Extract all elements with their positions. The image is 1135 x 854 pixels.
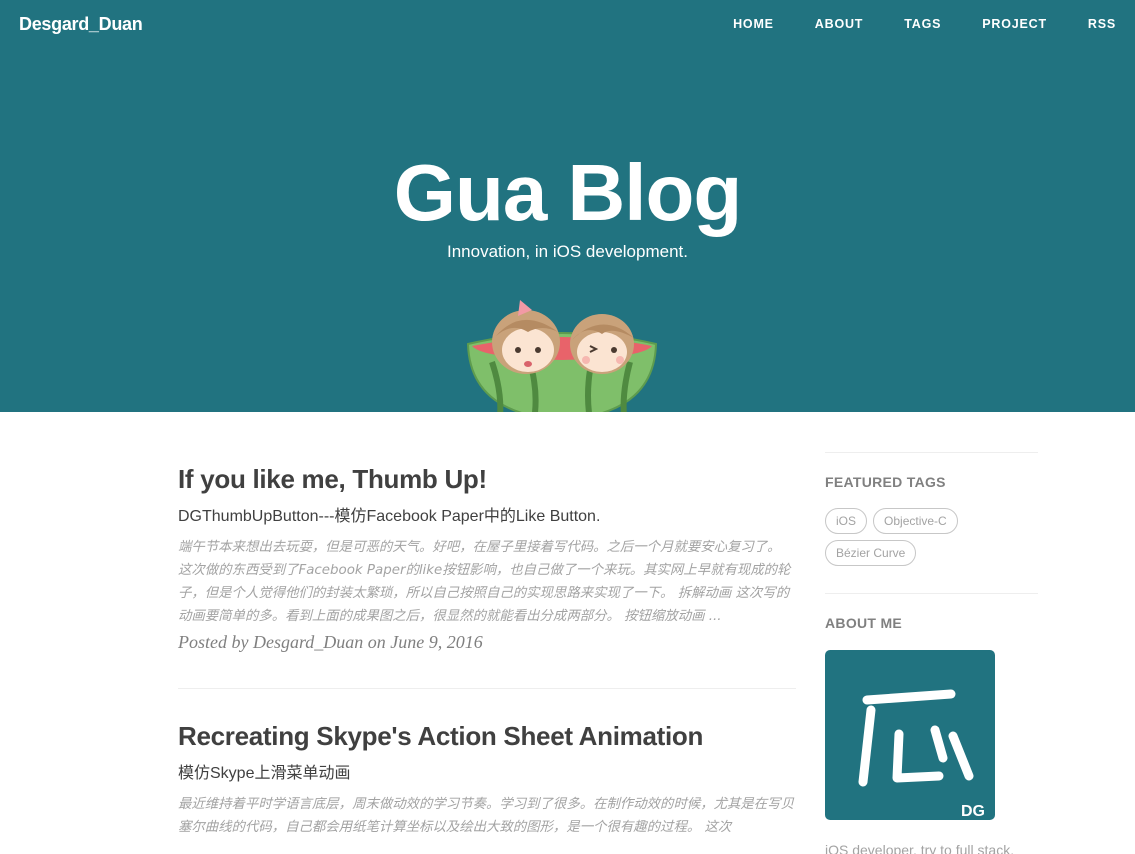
site-subtitle: Innovation, in iOS development. [447,242,688,261]
avatar-badge: DG [961,803,985,820]
site-title: Gua Blog [393,148,743,237]
post-divider [178,688,796,689]
post-title[interactable]: If you like me, Thumb Up! [178,462,796,496]
post-subtitle[interactable]: 模仿Skype上滑菜单动画 [178,763,796,785]
post-subtitle[interactable]: DGThumbUpButton---模仿Facebook Paper中的Like… [178,506,796,528]
sidebar: FEATURED TAGS iOS Objective-C Bézier Cur… [825,452,1038,854]
avatar[interactable]: DG [825,650,995,820]
post-excerpt[interactable]: 端午节本来想出去玩耍，但是可恶的天气。好吧，在屋子里接着写代码。之后一个月就要安… [178,536,796,628]
tag-objective-c[interactable]: Objective-C [873,508,958,534]
tag-bezier-curve[interactable]: Bézier Curve [825,540,917,566]
sidebar-divider [825,452,1038,453]
tag-cloud: iOS Objective-C Bézier Curve [825,508,1038,572]
post-meta: Posted by Desgard_Duan on June 9, 2016 [178,632,483,652]
featured-tags-heading: FEATURED TAGS [825,474,946,490]
post-title[interactable]: Recreating Skype's Action Sheet Animatio… [178,719,796,753]
nav-tags[interactable]: TAGS [904,17,941,31]
nav-about[interactable]: ABOUT [815,17,863,31]
about-me-heading: ABOUT ME [825,615,903,631]
post-preview: Recreating Skype's Action Sheet Animatio… [178,697,796,839]
post-list: If you like me, Thumb Up! DGThumbUpButto… [178,440,796,839]
gua-logo-icon: DG [858,689,985,820]
tag-ios[interactable]: iOS [825,508,868,534]
nav-rss[interactable]: RSS [1088,17,1116,31]
nav-home[interactable]: HOME [733,17,774,31]
post-excerpt[interactable]: 最近维持着平时学语言底层，周末做动效的学习节奏。学习到了很多。在制作动效的时候，… [178,793,796,839]
watermelon-mascot-icon [466,300,658,412]
nav-project[interactable]: PROJECT [982,17,1047,31]
hero-header: Desgard_Duan HOME ABOUT TAGS PROJECT RSS… [0,0,1135,412]
sidebar-divider [825,593,1038,594]
post-preview: If you like me, Thumb Up! DGThumbUpButto… [178,440,796,653]
site-brand[interactable]: Desgard_Duan [19,14,143,35]
about-me-text: iOS developer, try to full stack. [825,842,1015,854]
main-nav: HOME ABOUT TAGS PROJECT RSS [692,17,1116,31]
